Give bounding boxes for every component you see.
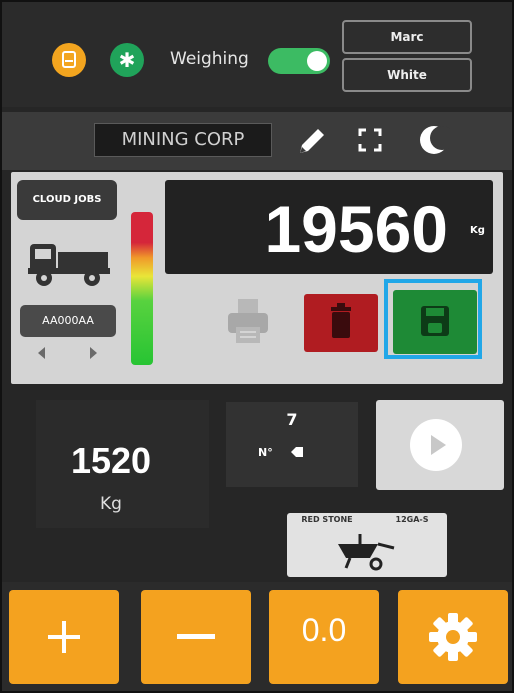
operator-name-button[interactable]: Marc bbox=[342, 20, 472, 54]
material-name: RED STONE bbox=[301, 515, 353, 524]
print-ticket-icon[interactable] bbox=[224, 295, 272, 347]
moon-icon[interactable] bbox=[418, 124, 450, 156]
bluetooth-icon[interactable]: ✱ bbox=[110, 43, 144, 77]
settings-button[interactable] bbox=[398, 590, 508, 684]
previous-arrow-icon[interactable] bbox=[38, 347, 45, 359]
toggle-knob bbox=[307, 51, 327, 71]
minus-icon bbox=[177, 634, 215, 639]
subtract-button[interactable] bbox=[141, 590, 251, 684]
zero-label: 0.0 bbox=[301, 612, 347, 648]
truck-icon[interactable] bbox=[28, 238, 110, 288]
weighing-toggle[interactable] bbox=[268, 48, 330, 74]
save-button-highlight bbox=[384, 279, 482, 359]
gross-weight-value: 19560 bbox=[264, 192, 448, 266]
plus-icon bbox=[48, 621, 80, 653]
add-button[interactable] bbox=[9, 590, 119, 684]
printer-icon[interactable] bbox=[52, 43, 86, 77]
weight-unit: Kg bbox=[470, 225, 485, 236]
fullscreen-icon[interactable] bbox=[358, 128, 382, 152]
pencil-icon[interactable] bbox=[296, 127, 330, 155]
wheelbarrow-icon bbox=[338, 534, 395, 571]
ticket-count-value: 7 bbox=[286, 410, 298, 429]
operator-shift-button[interactable]: White bbox=[342, 58, 472, 92]
play-icon[interactable] bbox=[408, 417, 464, 473]
company-name-button[interactable]: MINING CORP bbox=[94, 123, 272, 157]
tare-weight-unit: Kg bbox=[100, 494, 122, 514]
weighing-label: Weighing bbox=[170, 49, 249, 69]
tag-icon bbox=[291, 447, 303, 457]
trash-icon bbox=[331, 303, 351, 338]
cloud-jobs-button[interactable]: CLOUD JOBS bbox=[17, 180, 117, 220]
delete-button[interactable] bbox=[304, 294, 378, 352]
next-arrow-icon[interactable] bbox=[90, 347, 97, 359]
material-code: 12GA-S bbox=[395, 515, 429, 524]
tare-weight-value: 1520 bbox=[70, 440, 152, 481]
gear-icon bbox=[429, 613, 477, 661]
stability-level-bar bbox=[131, 212, 153, 365]
vehicle-plate-button[interactable]: AA000AA bbox=[20, 305, 116, 337]
ticket-count-label: N° bbox=[258, 446, 273, 459]
